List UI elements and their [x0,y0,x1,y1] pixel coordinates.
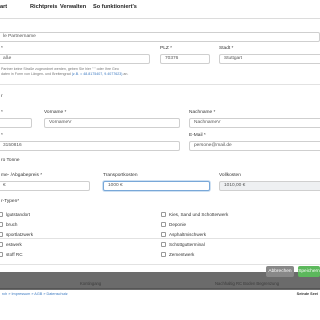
type-label: Zementwerk [169,252,195,257]
type-label: bruch [6,222,18,227]
transport-cost-input[interactable]: 1000 € [103,181,210,191]
save-button[interactable]: Speichern [298,266,320,277]
type-label: lgutstandort [6,212,31,217]
background-divider [0,288,320,289]
email-input[interactable]: persone@mail.de [189,141,320,151]
geo-hint-example: (z.B. = 48.8175407, 9.4077623) [71,72,123,76]
type-checkbox[interactable]: stoff RC [0,252,23,257]
salutation-label: * [1,110,3,115]
type-label: Deponie [169,222,187,227]
divider [0,84,320,85]
geo-hint-suffix: an. [122,72,129,76]
pager: Seinde Seei [296,292,318,296]
transport-cost-label: Transportkosten [103,173,138,178]
per-tonne-label: ro Tonne [1,158,20,163]
geo-hint-line2: daten in Form von Längen- und Breitengra… [1,72,128,77]
firstname-label: Vorname * [44,110,67,115]
checkbox-icon [0,252,3,257]
type-label: sportlatzwerk [6,232,34,237]
type-checkbox[interactable]: Zementwerk [161,252,194,257]
plz-input[interactable]: 70376 [160,54,210,64]
checkbox-icon [0,222,3,227]
street-input[interactable]: aße [0,54,150,64]
modal-panel: art Richtpreis Verwalten So funktioniert… [0,0,320,272]
tab-start[interactable]: art [0,4,7,10]
firstname-input[interactable]: VornameV [44,118,180,128]
email-label: E-Mail * [189,133,206,138]
checkbox-icon [161,232,166,237]
lastname-label: Nachname * [189,110,216,115]
phone-label: * [1,133,3,138]
footer-links[interactable]: rch » Impressum » AGB » Datenschutz [2,292,68,296]
background-cell: Nachhaltig RC Boden Begrenzung [215,281,280,286]
partner-name-input[interactable]: le Partnername [0,32,320,42]
lastname-input[interactable]: NachnameV [189,118,320,128]
type-label: estwerk [6,242,22,247]
cancel-button[interactable]: Abbrechen [266,266,294,277]
footer-divider [0,264,320,265]
checkbox-icon [161,252,166,257]
contact-section-label: r [1,94,3,99]
type-checkbox[interactable]: bruch [0,222,18,227]
geo-hint-text: daten in Form von Längen- und Breitengra… [1,72,71,76]
city-label: Stadt * [219,46,234,51]
type-label: Kies, Sand und Schotterwerk [169,212,229,217]
checkbox-icon [161,222,166,227]
disposal-price-input[interactable]: € [0,181,90,191]
type-checkbox[interactable]: lgutstandort [0,212,30,217]
plz-label: PLZ * [160,46,172,51]
checkbox-icon [161,242,166,247]
tab-so-funktionierts[interactable]: So funktioniert's [93,4,137,10]
checkbox-icon [0,212,3,217]
type-checkbox[interactable]: Asphaltmischwerk [161,232,206,237]
checkbox-icon [0,232,3,237]
type-checkbox[interactable]: Kies, Sand und Schotterwerk [161,212,228,217]
tab-richtpreis[interactable]: Richtpreis [30,4,57,10]
total-cost-field: 1010,00 € [219,181,320,191]
type-checkbox[interactable]: Deponie [161,222,186,227]
type-checkbox[interactable]: estwerk [0,242,22,247]
types-label: r-Typen* [1,199,20,204]
checkbox-icon [0,242,3,247]
phone-input[interactable]: 3150816 [0,141,180,151]
total-cost-label: Vollkosten [219,173,241,178]
type-checkbox[interactable]: sportlatzwerk [0,232,33,237]
tab-verwalten[interactable]: Verwalten [60,4,86,10]
checkbox-icon [161,212,166,217]
type-label: Asphaltmischwerk [169,232,207,237]
type-checkbox[interactable]: Schüttgutterminal [161,242,205,247]
type-label: Schüttgutterminal [169,242,205,247]
disposal-price-label: me- /Abgabepreis * [1,173,43,178]
type-label: stoff RC [6,252,23,257]
city-input[interactable]: Stuttgart [219,54,320,64]
top-nav: art Richtpreis Verwalten So funktioniert… [0,0,320,19]
background-cell: Kontingang [80,281,102,286]
street-label: * [1,46,3,51]
salutation-select[interactable] [0,118,32,128]
